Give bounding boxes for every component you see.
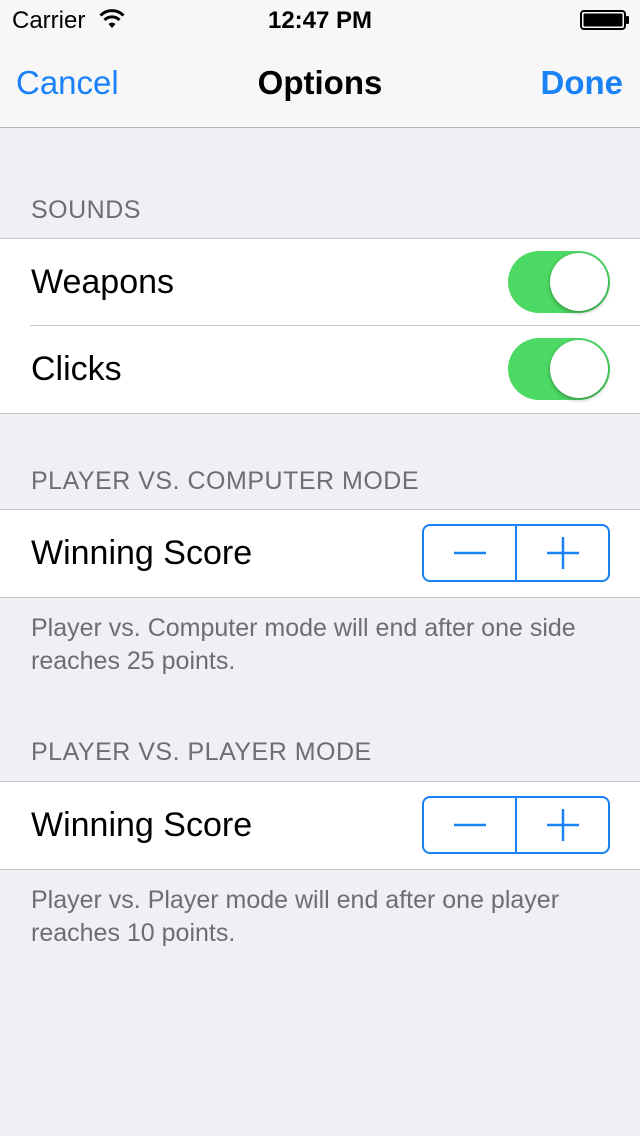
pvc-footer-note: Player vs. Computer mode will end after …: [31, 614, 576, 675]
status-bar: Carrier 12:47 PM: [0, 0, 640, 40]
toggle-knob: [550, 340, 608, 398]
toggle-knob: [550, 253, 608, 311]
pvc-increment-button[interactable]: [515, 526, 608, 580]
pvp-winning-score-row: Winning Score: [0, 782, 640, 869]
pvc-section-header: PLAYER VS. COMPUTER MODE: [31, 467, 419, 495]
top-bar: Carrier 12:47 PM Cancel Options Done: [0, 0, 640, 128]
pvp-increment-button[interactable]: [515, 798, 608, 852]
pvp-score-stepper: [422, 796, 610, 854]
pvc-score-stepper: [422, 524, 610, 582]
pvc-winning-score-row: Winning Score: [0, 510, 640, 597]
pvp-group: Winning Score: [0, 781, 640, 870]
pvp-section-header: PLAYER VS. PLAYER MODE: [31, 738, 372, 766]
done-button[interactable]: Done: [541, 64, 624, 102]
clicks-row: Clicks: [0, 326, 640, 413]
weapons-toggle[interactable]: [508, 251, 610, 313]
plus-icon: [546, 537, 579, 569]
weapons-row: Weapons: [0, 239, 640, 326]
clicks-toggle[interactable]: [508, 338, 610, 400]
pvp-footer-note: Player vs. Player mode will end after on…: [31, 886, 560, 947]
battery-icon: [580, 10, 629, 30]
minus-icon: [453, 823, 486, 827]
pvp-decrement-button[interactable]: [424, 798, 515, 852]
pvc-winning-score-label: Winning Score: [31, 534, 253, 572]
pvc-decrement-button[interactable]: [424, 526, 515, 580]
minus-icon: [453, 551, 486, 555]
clicks-label: Clicks: [31, 350, 122, 388]
pvp-winning-score-label: Winning Score: [31, 806, 253, 844]
status-time: 12:47 PM: [267, 7, 373, 34]
plus-icon: [546, 809, 579, 841]
pvc-group: Winning Score: [0, 509, 640, 598]
options-screen: Carrier 12:47 PM Cancel Options Done SOU…: [0, 0, 640, 1136]
sounds-section-header: SOUNDS: [31, 196, 141, 224]
sounds-group: Weapons Clicks: [0, 238, 640, 414]
weapons-label: Weapons: [31, 263, 175, 301]
